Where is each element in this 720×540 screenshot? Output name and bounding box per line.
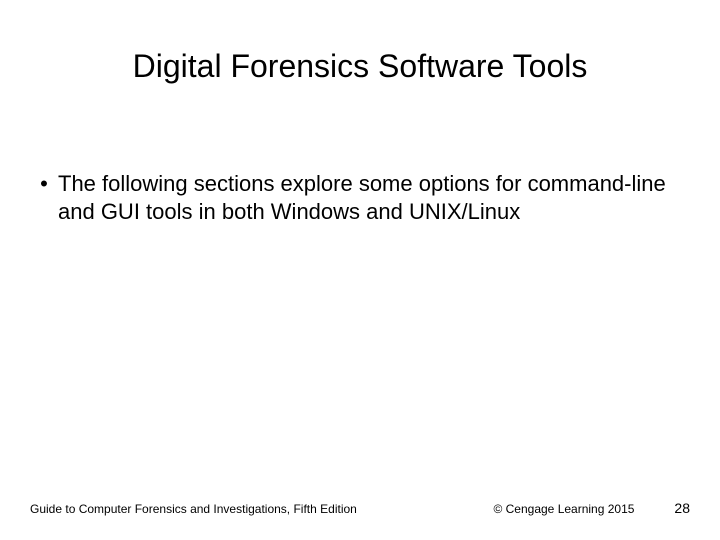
footer-source: Guide to Computer Forensics and Investig…	[30, 502, 357, 516]
footer-copyright: © Cengage Learning 2015	[493, 502, 634, 516]
page-number: 28	[674, 500, 690, 516]
footer-right: © Cengage Learning 2015 28	[493, 500, 690, 516]
slide: Digital Forensics Software Tools • The f…	[0, 0, 720, 540]
bullet-icon: •	[30, 170, 58, 198]
slide-footer: Guide to Computer Forensics and Investig…	[30, 500, 690, 516]
bullet-text: The following sections explore some opti…	[58, 170, 680, 225]
slide-body: • The following sections explore some op…	[30, 170, 680, 225]
slide-title: Digital Forensics Software Tools	[0, 48, 720, 85]
list-item: • The following sections explore some op…	[30, 170, 680, 225]
